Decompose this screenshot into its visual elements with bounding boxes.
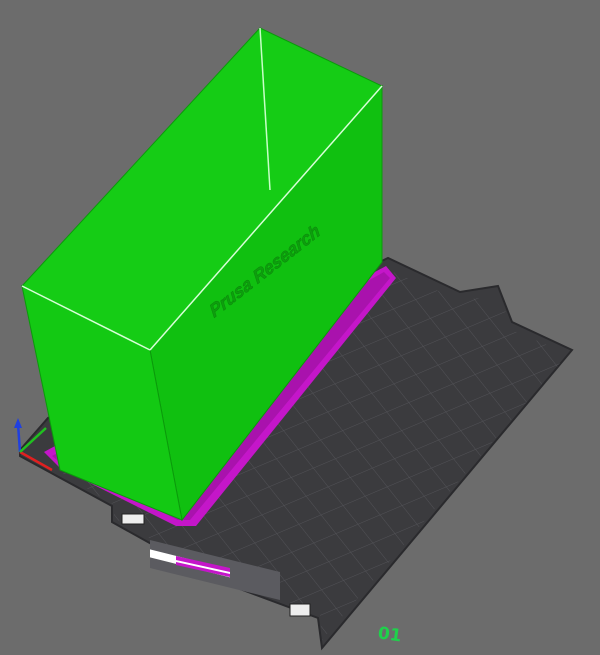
scene-svg: Prusa Research 01 [14, 27, 574, 651]
bed-logo-icon [121, 513, 145, 525]
z-axis-arrowhead [14, 418, 22, 428]
plate-badge-icon [289, 603, 311, 617]
plate-number-label[interactable]: 01 [377, 623, 403, 646]
z-axis-arrow-icon [16, 423, 22, 453]
3d-viewport[interactable]: Prusa Research 01 [0, 0, 600, 655]
